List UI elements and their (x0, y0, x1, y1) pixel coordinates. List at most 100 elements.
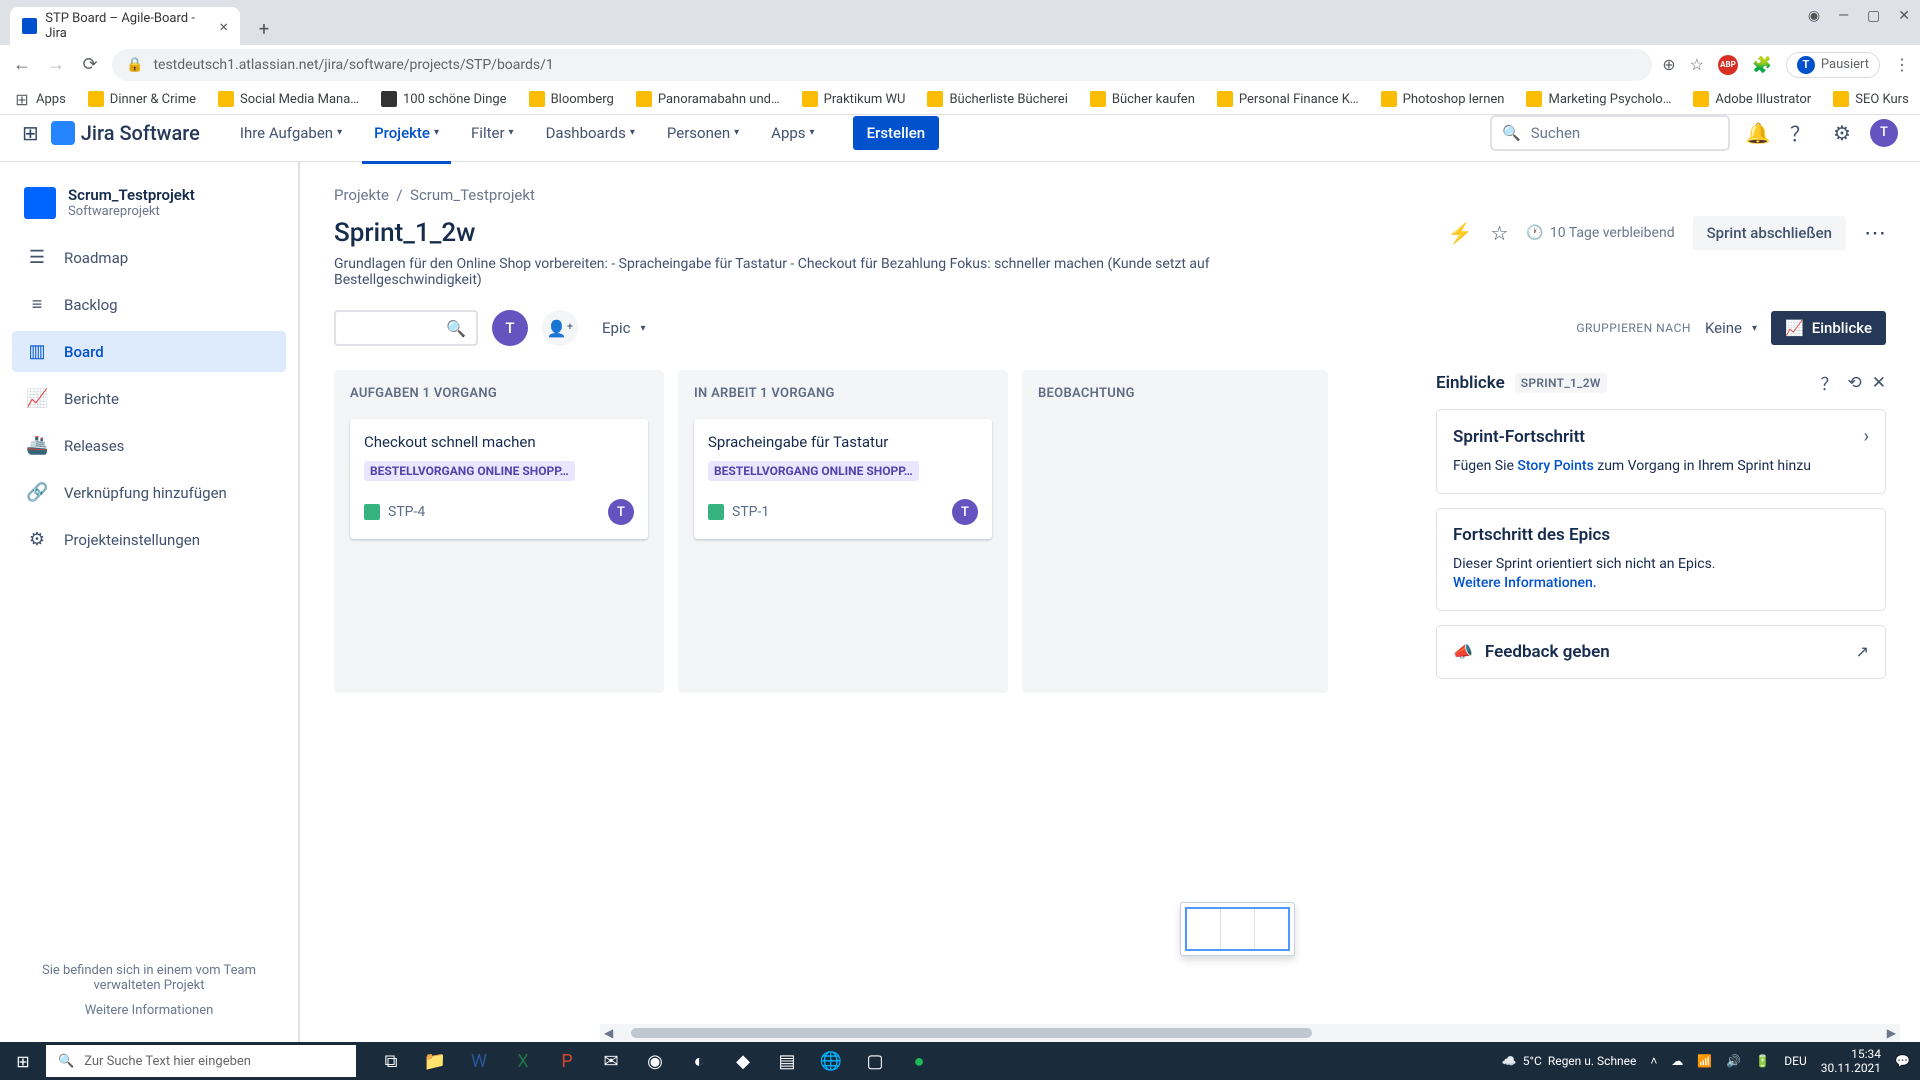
tray-chevron-icon[interactable]: ˄ (1650, 1054, 1657, 1068)
footer-link[interactable]: Weitere Informationen (32, 1003, 266, 1018)
assignee-filter-avatar[interactable]: T (492, 310, 528, 346)
edge-icon[interactable]: 🌐 (810, 1042, 852, 1080)
horizontal-scrollbar[interactable]: ◀ ▶ (600, 1024, 1900, 1042)
column-todo[interactable]: AUFGABEN 1 VORGANG Checkout schnell mach… (334, 370, 664, 693)
group-by-dropdown[interactable]: Keine▾ (1705, 319, 1757, 337)
incognito-icon[interactable]: ◉ (1808, 8, 1820, 24)
reload-button[interactable]: ⟳ (78, 53, 102, 77)
chevron-right-icon: › (1864, 426, 1869, 447)
panel-sprint-progress[interactable]: Sprint-Fortschritt › Fügen Sie Story Poi… (1436, 409, 1886, 494)
card-stp-4[interactable]: Checkout schnell machen BESTELLVORGANG O… (350, 419, 648, 539)
close-window-button[interactable]: ✕ (1898, 8, 1910, 24)
profile-pill[interactable]: T Pausiert (1786, 52, 1880, 78)
insights-button[interactable]: 📈Einblicke (1771, 311, 1886, 345)
more-info-link[interactable]: Weitere Informationen. (1453, 575, 1597, 591)
sidebar-item-roadmap[interactable]: ☰Roadmap (12, 237, 286, 278)
browser-tab[interactable]: STP Board – Agile-Board - Jira × (10, 7, 240, 45)
zoom-icon[interactable]: ⊕ (1662, 55, 1675, 74)
minimize-button[interactable]: — (1838, 8, 1849, 24)
notifications-icon[interactable]: 🔔 (1744, 119, 1772, 147)
menu-icon[interactable]: ⋮ (1894, 55, 1910, 74)
sidebar-item-add-link[interactable]: 🔗Verknüpfung hinzufügen (12, 472, 286, 513)
sidebar-item-settings[interactable]: ⚙Projekteinstellungen (12, 519, 286, 560)
onedrive-icon[interactable]: ☁ (1671, 1054, 1683, 1068)
jira-logo[interactable]: Jira Software (51, 121, 200, 145)
volume-icon[interactable]: 🔊 (1726, 1054, 1741, 1068)
nav-your-work[interactable]: Ihre Aufgaben▾ (228, 118, 354, 148)
weather-widget[interactable]: ☁️ 5°C Regen u. Schnee (1502, 1054, 1637, 1068)
mail-icon[interactable]: ✉ (590, 1042, 632, 1080)
word-icon[interactable]: W (458, 1042, 500, 1080)
column-watch[interactable]: BEOBACHTUNG (1022, 370, 1328, 693)
language-indicator[interactable]: DEU (1784, 1054, 1806, 1068)
close-icon[interactable]: ✕ (1872, 373, 1886, 393)
footer-text: Sie befinden sich in einem vom Team verw… (42, 963, 256, 993)
create-button[interactable]: Erstellen (853, 116, 940, 150)
sidebar-item-backlog[interactable]: ≡Backlog (12, 284, 286, 325)
battery-icon[interactable]: 🔋 (1755, 1054, 1770, 1068)
wifi-icon[interactable]: 📶 (1697, 1054, 1712, 1068)
app-switcher-icon[interactable]: ⊞ (22, 121, 39, 145)
breadcrumb-project[interactable]: Scrum_Testprojekt (410, 186, 535, 204)
story-points-link[interactable]: Story Points (1517, 458, 1593, 474)
taskbar-search[interactable]: 🔍 Zur Suche Text hier eingeben (46, 1045, 356, 1077)
url-bar[interactable]: 🔒 testdeutsch1.atlassian.net/jira/softwa… (112, 49, 1652, 81)
explorer-icon[interactable]: 📁 (414, 1042, 456, 1080)
column-inprogress[interactable]: IN ARBEIT 1 VORGANG Spracheingabe für Ta… (678, 370, 1008, 693)
clock[interactable]: 15:34 30.11.2021 (1821, 1047, 1881, 1076)
sidebar: Scrum_Testprojekt Softwareprojekt ☰Roadm… (0, 162, 300, 1042)
refresh-icon[interactable]: ⟲ (1848, 373, 1862, 393)
project-head[interactable]: Scrum_Testprojekt Softwareprojekt (12, 186, 286, 237)
search-input[interactable]: 🔍 Suchen (1490, 115, 1730, 151)
scroll-left-icon[interactable]: ◀ (600, 1026, 617, 1040)
start-button[interactable]: ⊞ (0, 1042, 46, 1080)
window-controls: ◉ — ▢ ✕ (1808, 8, 1910, 24)
more-icon[interactable]: ⋯ (1864, 221, 1886, 246)
extensions-icon[interactable]: 🧩 (1752, 55, 1772, 74)
panel-feedback[interactable]: 📣 Feedback geben ↗ (1436, 625, 1886, 679)
app-icon[interactable]: ▤ (766, 1042, 808, 1080)
add-person-button[interactable]: 👤⁺ (542, 310, 578, 346)
abp-icon[interactable]: ABP (1718, 55, 1738, 75)
sidebar-item-reports[interactable]: 📈Berichte (12, 378, 286, 419)
nav-apps[interactable]: Apps▾ (759, 118, 826, 148)
excel-icon[interactable]: X (502, 1042, 544, 1080)
sidebar-item-releases[interactable]: 🚢Releases (12, 425, 286, 466)
column-picker[interactable] (1180, 902, 1295, 956)
card-avatar[interactable]: T (952, 499, 978, 525)
new-tab-button[interactable]: + (248, 13, 280, 45)
nav-filters[interactable]: Filter▾ (459, 118, 526, 148)
spotify-icon[interactable]: ● (898, 1042, 940, 1080)
card-avatar[interactable]: T (608, 499, 634, 525)
scroll-right-icon[interactable]: ▶ (1883, 1026, 1900, 1040)
forward-button[interactable]: → (44, 53, 68, 77)
help-icon[interactable]: ？ (1821, 370, 1838, 395)
user-avatar[interactable]: T (1870, 119, 1898, 147)
star-icon[interactable]: ☆ (1490, 221, 1508, 245)
maximize-button[interactable]: ▢ (1867, 8, 1880, 24)
back-button[interactable]: ← (10, 53, 34, 77)
chrome-icon[interactable]: ◉ (634, 1042, 676, 1080)
notifications-icon[interactable]: 💬 (1895, 1054, 1910, 1068)
epic-dropdown[interactable]: Epic▾ (602, 319, 645, 337)
bolt-icon[interactable]: ⚡ (1448, 221, 1473, 245)
tab-close-icon[interactable]: × (219, 17, 228, 36)
complete-sprint-button[interactable]: Sprint abschließen (1693, 216, 1846, 250)
star-icon[interactable]: ☆ (1690, 55, 1704, 74)
board-search[interactable]: 🔍 (334, 310, 478, 346)
nav-projects[interactable]: Projekte▾ (362, 118, 451, 148)
nav-dashboards[interactable]: Dashboards▾ (534, 118, 647, 148)
nav-people[interactable]: Personen▾ (655, 118, 751, 148)
sidebar-item-board[interactable]: ▥Board (12, 331, 286, 372)
help-icon[interactable]: ？ (1786, 119, 1814, 147)
app-icon[interactable]: ◆ (722, 1042, 764, 1080)
settings-icon[interactable]: ⚙ (1828, 119, 1856, 147)
app-icon[interactable]: ◐ (678, 1042, 720, 1080)
scroll-thumb[interactable] (631, 1028, 1312, 1038)
app-icon[interactable]: ▢ (854, 1042, 896, 1080)
breadcrumb-projects[interactable]: Projekte (334, 186, 389, 204)
logo-text: Jira Software (81, 121, 200, 145)
powerpoint-icon[interactable]: P (546, 1042, 588, 1080)
taskview-icon[interactable]: ⧉ (370, 1042, 412, 1080)
card-stp-1[interactable]: Spracheingabe für Tastatur BESTELLVORGAN… (694, 419, 992, 539)
